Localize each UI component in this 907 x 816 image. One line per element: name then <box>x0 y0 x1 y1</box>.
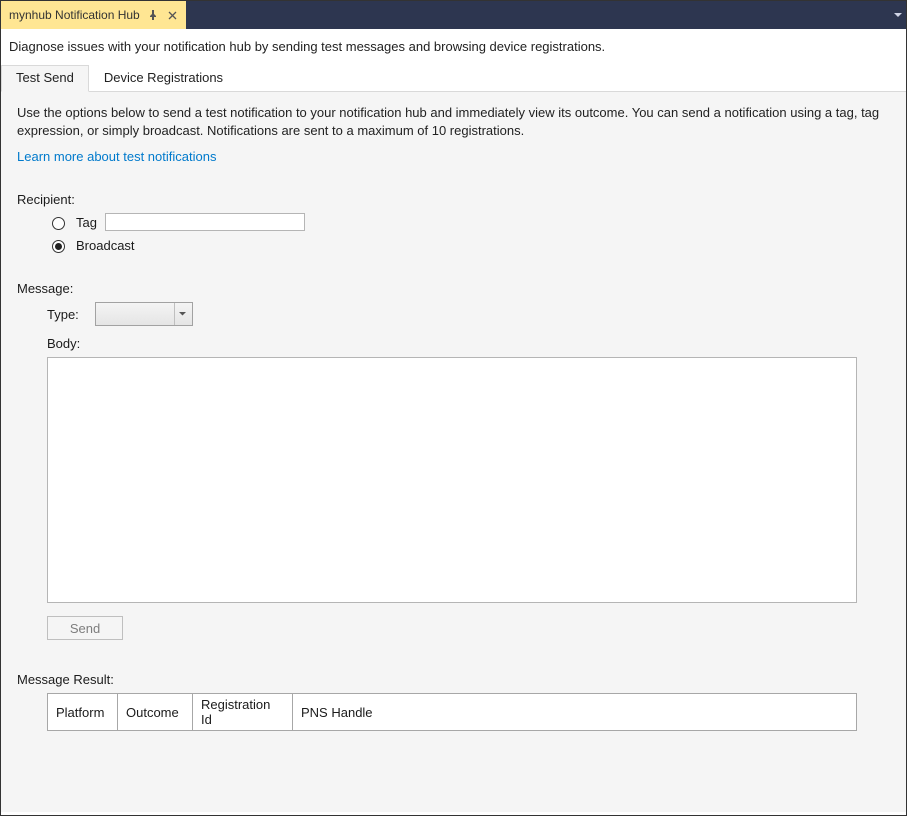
recipient-tag-row: Tag <box>47 213 890 231</box>
type-select[interactable] <box>95 302 193 326</box>
message-label: Message: <box>17 281 890 296</box>
col-outcome[interactable]: Outcome <box>118 694 193 731</box>
title-bar-spacer <box>186 1 890 29</box>
tab-test-send[interactable]: Test Send <box>1 65 89 92</box>
result-table-header-row: Platform Outcome Registration Id PNS Han… <box>48 694 857 731</box>
description-bar: Diagnose issues with your notification h… <box>1 29 906 64</box>
col-platform[interactable]: Platform <box>48 694 118 731</box>
intro-text: Use the options below to send a test not… <box>17 104 890 139</box>
tab-device-registrations[interactable]: Device Registrations <box>89 65 238 92</box>
result-table: Platform Outcome Registration Id PNS Han… <box>47 693 857 731</box>
document-tab-title: mynhub Notification Hub <box>9 8 140 22</box>
col-pns-handle[interactable]: PNS Handle <box>293 694 857 731</box>
message-result-label: Message Result: <box>17 672 890 687</box>
tag-input[interactable] <box>105 213 305 231</box>
body-textarea[interactable] <box>47 357 857 603</box>
recipient-broadcast-row: Broadcast <box>47 237 890 253</box>
learn-more-link[interactable]: Learn more about test notifications <box>17 149 216 164</box>
content-area: Use the options below to send a test not… <box>1 92 906 812</box>
body-area: Send <box>47 357 890 640</box>
message-type-row: Type: <box>47 302 890 326</box>
send-button[interactable]: Send <box>47 616 123 640</box>
chevron-down-icon <box>174 303 190 325</box>
body-label: Body: <box>47 336 87 351</box>
message-section: Message: Type: Body: Send <box>17 281 890 640</box>
window-menu-dropdown[interactable] <box>890 1 906 29</box>
recipient-label: Recipient: <box>17 192 890 207</box>
type-label: Type: <box>47 307 87 322</box>
tag-radio-label: Tag <box>76 215 97 230</box>
col-registration-id[interactable]: Registration Id <box>193 694 293 731</box>
tag-radio[interactable] <box>52 217 65 230</box>
title-bar: mynhub Notification Hub <box>1 1 906 29</box>
document-tab[interactable]: mynhub Notification Hub <box>1 1 186 29</box>
message-body-label-row: Body: <box>47 336 890 351</box>
sub-tab-strip: Test Send Device Registrations <box>1 64 906 92</box>
recipient-section: Recipient: Tag Broadcast <box>17 192 890 253</box>
pin-icon[interactable] <box>146 8 160 22</box>
broadcast-radio-label: Broadcast <box>76 238 135 253</box>
message-result-section: Message Result: Platform Outcome Registr… <box>17 672 890 731</box>
broadcast-radio[interactable] <box>52 240 65 253</box>
close-icon[interactable] <box>166 8 180 22</box>
